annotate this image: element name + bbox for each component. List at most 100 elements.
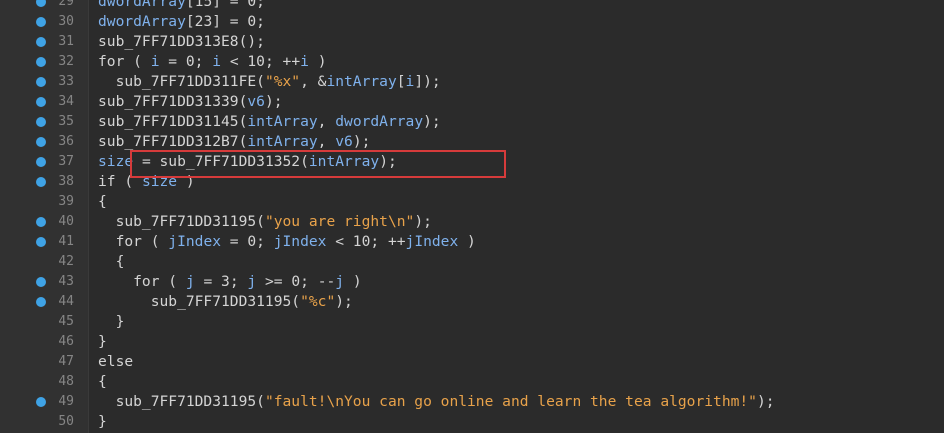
string-token: "you are right\n": [264, 213, 415, 230]
code-token: ,: [317, 113, 336, 130]
code-line[interactable]: 32 for ( i = 0; i < 10; ++i ): [0, 52, 944, 72]
code-token: for (: [98, 53, 151, 70]
string-token: "%c": [300, 293, 336, 310]
code-text: {: [98, 192, 107, 212]
identifier-token: intArray: [326, 73, 397, 90]
code-token: ]);: [414, 73, 441, 90]
code-text: sub_7FF71DD311FE("%x", &intArray[i]);: [98, 72, 441, 92]
code-token: sub_7FF71DD312B7(: [98, 133, 248, 150]
code-line[interactable]: 41 for ( jIndex = 0; jIndex < 10; ++jInd…: [0, 232, 944, 252]
line-number: 45: [58, 314, 74, 329]
code-line[interactable]: 45 }: [0, 312, 944, 332]
identifier-token: v6: [335, 133, 353, 150]
code-token: = 0;: [221, 233, 274, 250]
code-token: sub_7FF71DD31195(: [98, 293, 301, 310]
breakpoint-dot-icon[interactable]: [36, 77, 46, 87]
code-line[interactable]: 48 {: [0, 372, 944, 392]
code-token: ): [308, 53, 327, 70]
code-token: for (: [98, 233, 169, 250]
code-line[interactable]: 33 sub_7FF71DD311FE("%x", &intArray[i]);: [0, 72, 944, 92]
code-text: dwordArray[15] = 0;: [98, 0, 265, 12]
code-line[interactable]: 31 sub_7FF71DD313E8();: [0, 32, 944, 52]
identifier-token: intArray: [247, 133, 318, 150]
code-line[interactable]: 36 sub_7FF71DD312B7(intArray, v6);: [0, 132, 944, 152]
code-text: }: [98, 312, 125, 332]
code-line[interactable]: 35 sub_7FF71DD31145(intArray, dwordArray)…: [0, 112, 944, 132]
code-line[interactable]: 47 else: [0, 352, 944, 372]
breakpoint-dot-icon[interactable]: [36, 277, 46, 287]
code-line[interactable]: 42 {: [0, 252, 944, 272]
code-token: sub_7FF71DD311FE(: [98, 73, 265, 90]
code-line[interactable]: 34 sub_7FF71DD31339(v6);: [0, 92, 944, 112]
code-token: = 0;: [159, 53, 213, 70]
line-number: 50: [58, 414, 74, 429]
identifier-token: v6: [247, 93, 265, 110]
breakpoint-dot-icon[interactable]: [36, 0, 46, 7]
identifier-token: intArray: [247, 113, 318, 130]
line-number: 36: [58, 134, 74, 149]
code-editor[interactable]: 29 dwordArray[15] = 0; 30 dwordArray[23] = …: [0, 0, 944, 433]
code-line[interactable]: 40 sub_7FF71DD31195("you are right\n");: [0, 212, 944, 232]
line-number: 34: [58, 94, 74, 109]
line-number: 49: [58, 394, 74, 409]
line-number: 31: [58, 34, 74, 49]
code-token: sub_7FF71DD31339(: [98, 93, 248, 110]
breakpoint-dot-icon[interactable]: [36, 177, 46, 187]
code-lines: 29 dwordArray[15] = 0; 30 dwordArray[23] = …: [0, 0, 944, 432]
code-text: sub_7FF71DD31195("%c");: [98, 292, 353, 312]
breakpoint-dot-icon[interactable]: [36, 137, 46, 147]
code-token: );: [414, 213, 432, 230]
identifier-token: i: [150, 53, 160, 70]
identifier-token: size: [98, 153, 134, 170]
code-text: sub_7FF71DD312B7(intArray, v6);: [98, 132, 370, 152]
code-text: for ( i = 0; i < 10; ++i ): [98, 52, 326, 72]
code-text: {: [98, 372, 107, 392]
line-number: 41: [58, 234, 74, 249]
identifier-token: i: [300, 53, 309, 70]
line-number: 29: [58, 0, 74, 9]
identifier-token: dwordArray: [98, 0, 186, 10]
code-line[interactable]: 49 sub_7FF71DD31195("fault!\nYou can go …: [0, 392, 944, 412]
identifier-token: jIndex: [273, 233, 327, 250]
code-text: {: [98, 252, 125, 272]
code-token: }: [98, 413, 107, 430]
identifier-token: jIndex: [405, 233, 459, 250]
code-text: }: [98, 332, 107, 352]
breakpoint-dot-icon[interactable]: [36, 17, 46, 27]
code-token: ,: [317, 133, 336, 150]
code-text: dwordArray[23] = 0;: [98, 12, 265, 32]
breakpoint-dot-icon[interactable]: [36, 37, 46, 47]
code-token: );: [264, 93, 283, 110]
code-token: ): [458, 233, 476, 250]
code-token: }: [98, 333, 107, 350]
identifier-token: j: [185, 273, 195, 290]
breakpoint-dot-icon[interactable]: [36, 117, 46, 127]
code-text: }: [98, 412, 107, 432]
breakpoint-dot-icon[interactable]: [36, 237, 46, 247]
breakpoint-dot-icon[interactable]: [36, 397, 46, 407]
code-line[interactable]: 46}: [0, 332, 944, 352]
code-token: [: [396, 73, 406, 90]
code-token: {: [98, 373, 107, 390]
code-token: );: [335, 293, 353, 310]
code-token: );: [423, 113, 441, 130]
breakpoint-dot-icon[interactable]: [36, 217, 46, 227]
code-token: }: [98, 313, 125, 330]
code-line[interactable]: 44 sub_7FF71DD31195("%c");: [0, 292, 944, 312]
line-number: 30: [58, 14, 74, 29]
line-number: 32: [58, 54, 74, 69]
code-token: {: [98, 193, 107, 210]
breakpoint-dot-icon[interactable]: [36, 57, 46, 67]
code-token: >= 0; --: [256, 273, 336, 290]
line-number: 44: [58, 294, 74, 309]
breakpoint-dot-icon[interactable]: [36, 297, 46, 307]
code-line[interactable]: 39 {: [0, 192, 944, 212]
code-line[interactable]: 29 dwordArray[15] = 0;: [0, 0, 944, 12]
breakpoint-dot-icon[interactable]: [36, 157, 46, 167]
line-number: 35: [58, 114, 74, 129]
breakpoint-dot-icon[interactable]: [36, 97, 46, 107]
code-line[interactable]: 43 for ( j = 3; j >= 0; --j ): [0, 272, 944, 292]
string-token: "fault!\nYou can go online and learn the…: [264, 393, 757, 410]
code-line[interactable]: 50}: [0, 412, 944, 432]
code-line[interactable]: 30 dwordArray[23] = 0;: [0, 12, 944, 32]
